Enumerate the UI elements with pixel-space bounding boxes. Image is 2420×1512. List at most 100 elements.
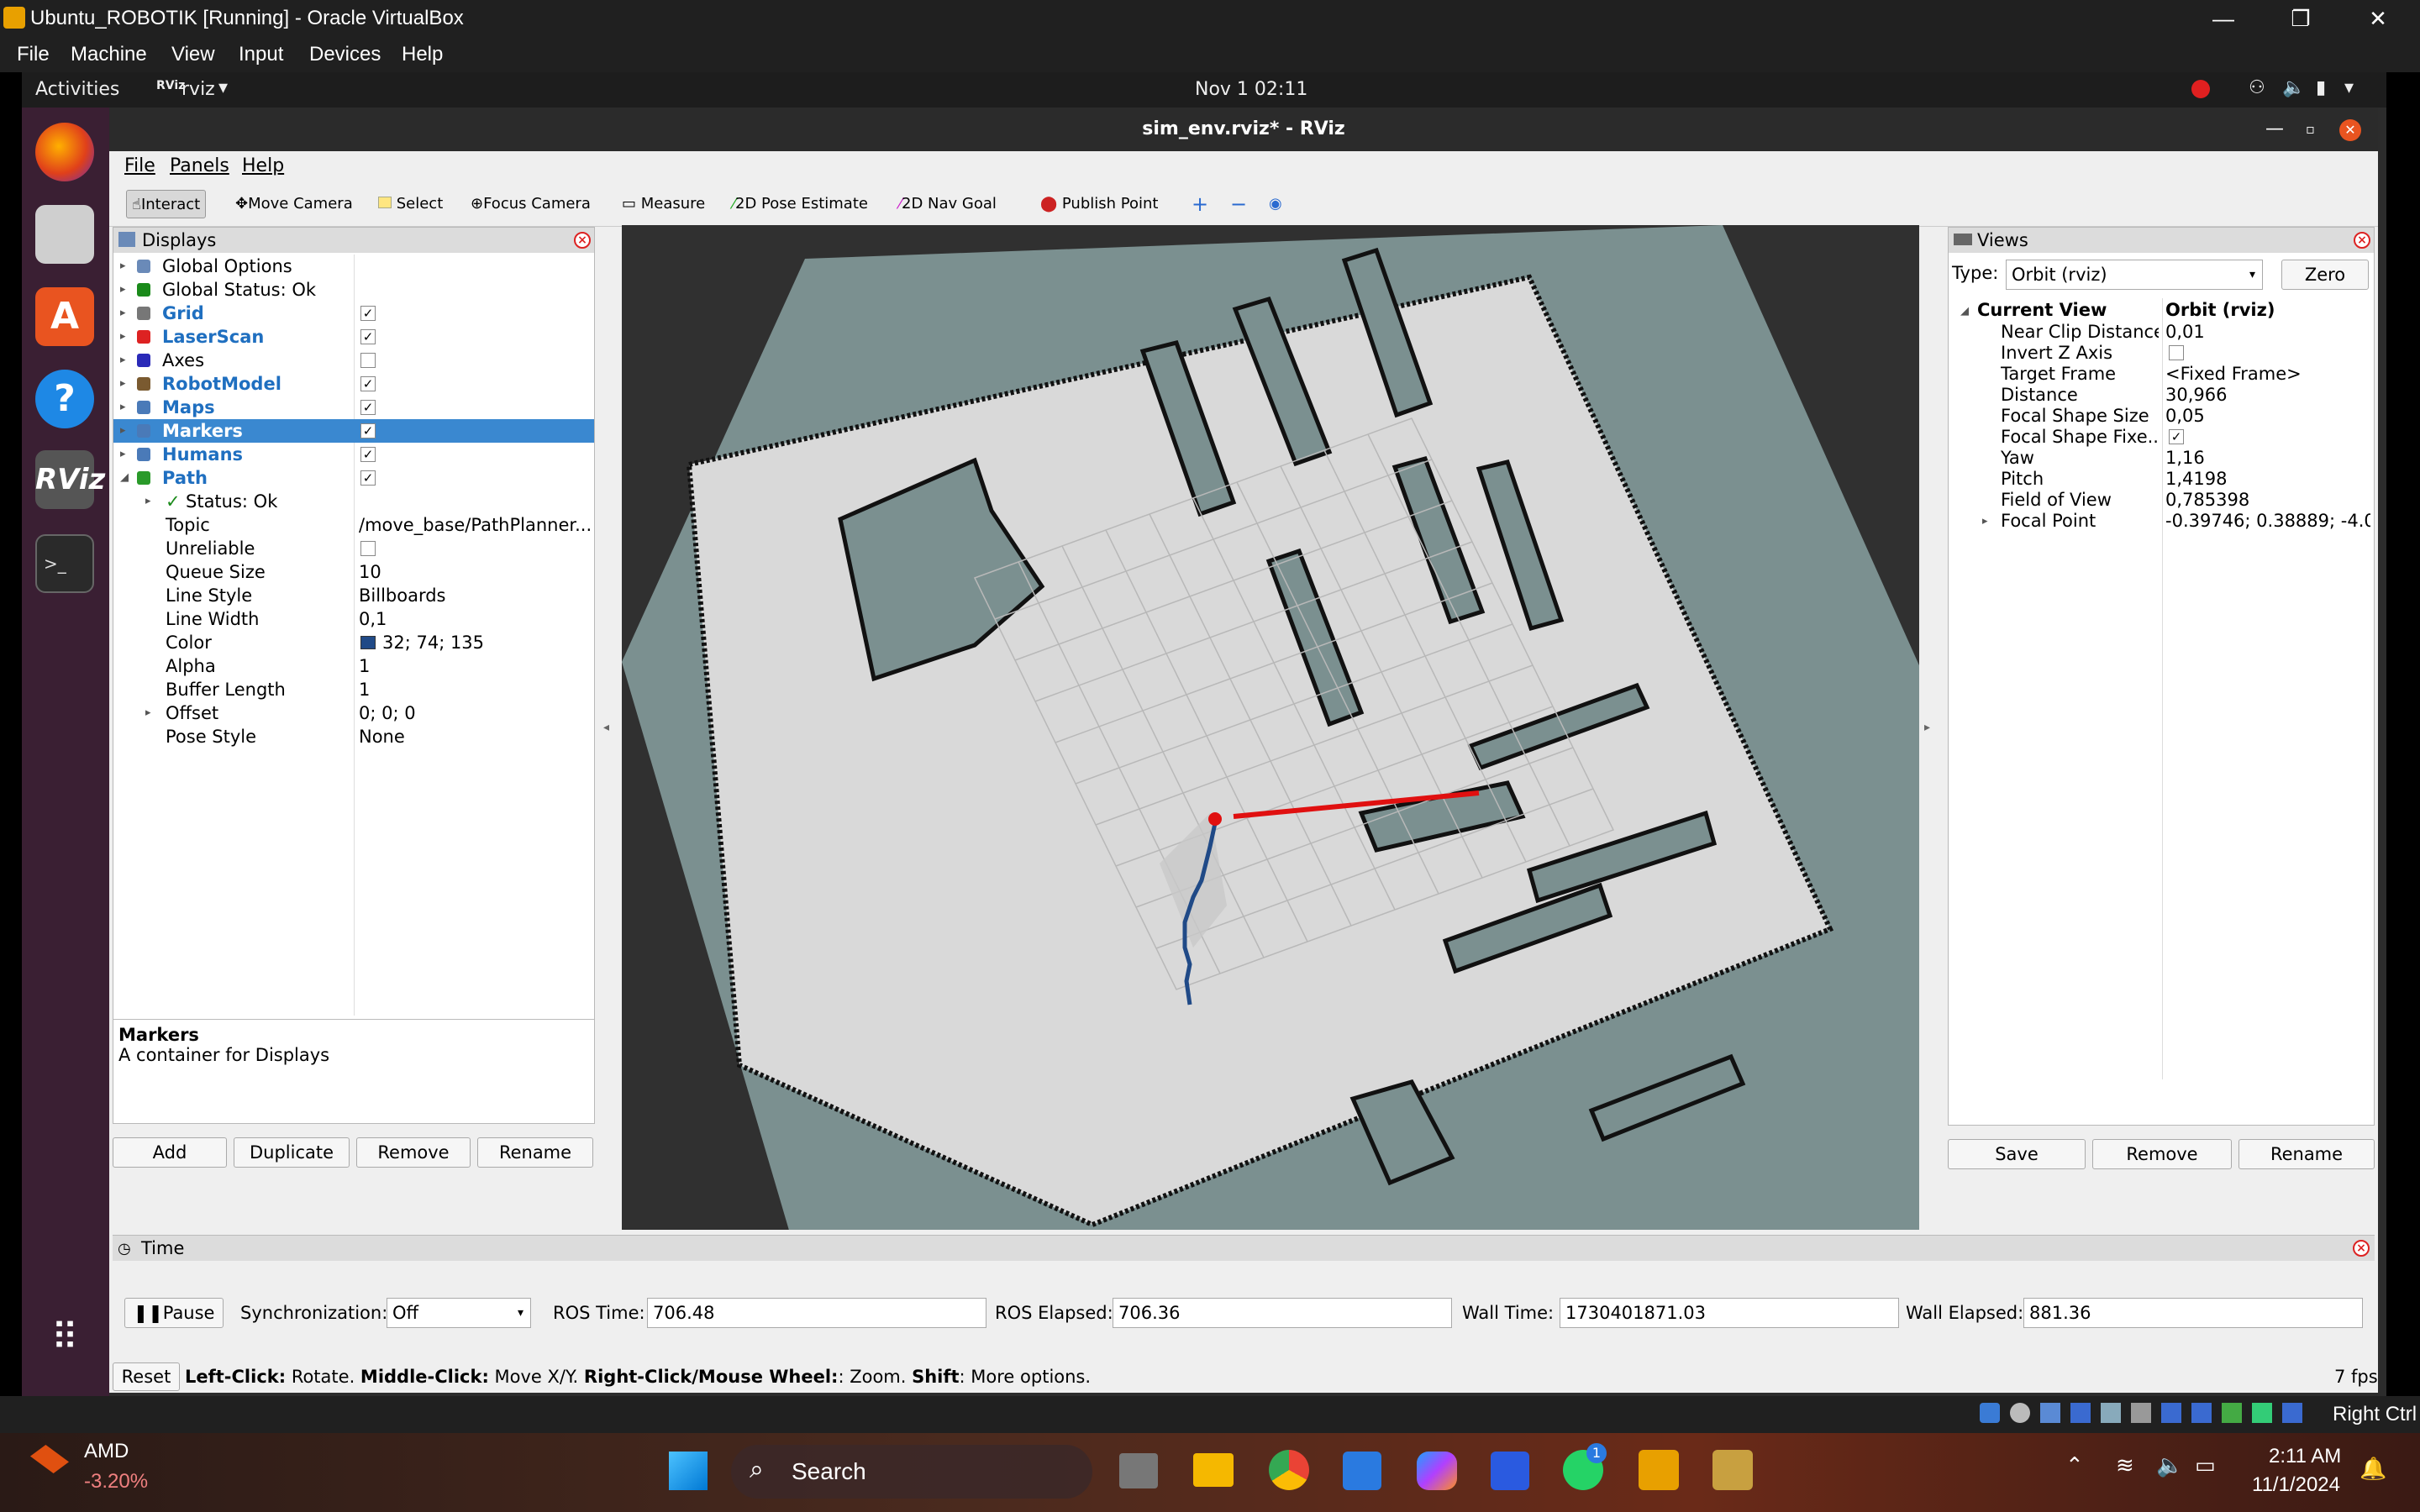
property-value[interactable]: None [359, 725, 591, 748]
rviz-icon[interactable]: RViz [35, 450, 105, 509]
menu-help[interactable]: Help [402, 43, 443, 66]
property-value[interactable]: 32; 74; 135 [382, 631, 591, 654]
view-property-row[interactable]: Focal Shape Size 0,05 [1949, 406, 2374, 427]
expand-arrow-icon[interactable]: ▸ [120, 255, 126, 278]
unreliable-checkbox[interactable] [360, 541, 376, 556]
add-tool-icon[interactable]: + [1186, 190, 1213, 218]
expand-arrow-icon[interactable]: ▸ [120, 419, 126, 443]
recording-icon[interactable] [2191, 1403, 2212, 1423]
property-value[interactable]: 1 [359, 654, 591, 678]
display-enabled-checkbox[interactable]: ✓ [360, 376, 376, 391]
view-property-row[interactable]: Yaw 1,16 [1949, 448, 2374, 469]
sync-select[interactable]: Off ▾ [387, 1298, 531, 1328]
task-view-icon[interactable] [1119, 1453, 1158, 1488]
time-close-icon[interactable]: × [2353, 1240, 2370, 1257]
taskbar-time[interactable]: 2:11 AM [2269, 1445, 2341, 1468]
shared-folders-icon[interactable] [2131, 1403, 2151, 1423]
copilot-icon[interactable] [1417, 1452, 1457, 1490]
path-property-row[interactable]: Pose Style None [113, 725, 594, 748]
network-icon[interactable]: ⚇ [2249, 77, 2265, 98]
property-value[interactable]: 0; 0; 0 [359, 701, 591, 725]
rename-view-button[interactable]: Rename [2238, 1139, 2375, 1169]
files-icon[interactable] [35, 205, 94, 264]
x64-app-icon[interactable] [1712, 1450, 1753, 1490]
collapse-left-icon[interactable]: ◂ [603, 721, 609, 734]
remove-display-button[interactable]: Remove [356, 1137, 471, 1168]
property-value[interactable]: 1 [359, 678, 591, 701]
app-center-icon[interactable]: A [35, 287, 94, 346]
collapse-right-icon[interactable]: ▸ [1924, 721, 1930, 734]
duplicate-display-button[interactable]: Duplicate [234, 1137, 350, 1168]
file-explorer-icon[interactable] [1193, 1453, 1234, 1487]
show-apps-icon[interactable]: ⠿ [35, 1309, 94, 1368]
optical-drive-icon[interactable] [2010, 1403, 2030, 1423]
activities-button[interactable]: Activities [35, 79, 119, 100]
pause-button[interactable]: ❚❚Pause [124, 1298, 224, 1328]
expand-arrow-icon[interactable]: ▸ [120, 349, 126, 372]
rviz-menu-help[interactable]: Help [242, 155, 284, 176]
display-item[interactable]: ▸ LaserScan ✓ [113, 325, 594, 349]
expanded-arrow-icon[interactable]: ◢ [120, 466, 129, 490]
windows-start-icon[interactable] [669, 1452, 708, 1490]
tool-2d-nav-goal[interactable]: ⁄2D Nav Goal [894, 190, 1002, 218]
display-enabled-checkbox[interactable] [360, 353, 376, 368]
view-property-value[interactable]: <Fixed Frame> [2165, 364, 2370, 385]
expand-arrow-icon[interactable]: ▸ [120, 325, 126, 349]
display-item[interactable]: ▸ RobotModel ✓ [113, 372, 594, 396]
expand-arrow-icon[interactable]: ▸ [120, 302, 126, 325]
display-enabled-checkbox[interactable]: ✓ [360, 329, 376, 344]
tray-overflow-chevron-icon[interactable]: ⌃ [2065, 1453, 2084, 1478]
zero-button[interactable]: Zero [2281, 260, 2369, 290]
view-property-row[interactable]: Field of View 0,785398 [1949, 490, 2374, 511]
display-icon[interactable] [2161, 1403, 2181, 1423]
editor-app-icon[interactable] [1491, 1452, 1529, 1490]
tool-focus-camera[interactable]: ⊕Focus Camera [466, 190, 596, 218]
view-property-value[interactable]: 1,16 [2165, 448, 2370, 469]
view-property-value[interactable]: 0,05 [2165, 406, 2370, 427]
tool-move-camera[interactable]: ✥Move Camera [230, 190, 358, 218]
path-property-row[interactable]: ▸ Offset 0; 0; 0 [113, 701, 594, 725]
notification-bell-icon[interactable]: 🔔 [2360, 1457, 2386, 1482]
ros-elapsed-field[interactable]: 706.36 [1113, 1298, 1452, 1328]
remove-view-button[interactable]: Remove [2092, 1139, 2232, 1169]
display-item[interactable]: ▸ Axes [113, 349, 594, 372]
expand-arrow-icon[interactable]: ▸ [1982, 511, 1988, 532]
remove-tool-icon[interactable]: − [1225, 190, 1252, 218]
rename-display-button[interactable]: Rename [477, 1137, 593, 1168]
rviz-menu-panels[interactable]: Panels [170, 155, 229, 176]
restore-button[interactable]: ❐ [2262, 0, 2339, 37]
3d-viewport[interactable] [622, 225, 1919, 1230]
display-item[interactable]: ▸ Grid ✓ [113, 302, 594, 325]
expand-arrow-icon[interactable]: ▸ [120, 396, 126, 419]
tool-measure[interactable]: ▭ Measure [617, 190, 710, 218]
wall-time-field[interactable]: 1730401871.03 [1560, 1298, 1899, 1328]
reset-button[interactable]: Reset [113, 1362, 180, 1391]
ros-time-field[interactable]: 706.48 [647, 1298, 986, 1328]
path-property-row[interactable]: Line Style Billboards [113, 584, 594, 607]
display-item[interactable]: ◢ Path ✓ [113, 466, 594, 490]
clock[interactable]: Nov 1 02:11 [1195, 79, 1307, 100]
expand-arrow-icon[interactable]: ▸ [145, 490, 151, 513]
view-property-value[interactable]: 30,966 [2165, 385, 2370, 406]
path-property-row[interactable]: Line Width 0,1 [113, 607, 594, 631]
usb-icon[interactable] [2101, 1403, 2121, 1423]
view-property-row[interactable]: Invert Z Axis [1949, 343, 2374, 364]
path-property-row[interactable]: Color 32; 74; 135 [113, 631, 594, 654]
path-property-row[interactable]: Topic/move_base/PathPlanner... [113, 513, 594, 537]
firefox-icon[interactable] [35, 123, 94, 181]
cpu-widget-name[interactable]: AMD [84, 1440, 129, 1463]
mouse-integration-icon[interactable] [2252, 1403, 2272, 1423]
view-property-row[interactable]: ▸ Focal Point -0.39746; 0.38889; -4.0... [1949, 511, 2374, 532]
path-property-row[interactable]: Buffer Length 1 [113, 678, 594, 701]
display-enabled-checkbox[interactable]: ✓ [360, 470, 376, 486]
path-property-row[interactable]: Queue Size 10 [113, 560, 594, 584]
expand-arrow-icon[interactable]: ▸ [120, 278, 126, 302]
display-item[interactable]: ▸ Global Status: Ok [113, 278, 594, 302]
displays-close-icon[interactable]: × [574, 232, 591, 249]
battery-icon[interactable]: ▮ [2316, 77, 2326, 98]
display-enabled-checkbox[interactable]: ✓ [360, 447, 376, 462]
view-property-value[interactable]: 0,785398 [2165, 490, 2370, 511]
view-property-checkbox[interactable] [2169, 345, 2184, 360]
menu-file[interactable]: File [17, 43, 50, 66]
property-value[interactable]: Billboards [359, 584, 591, 607]
